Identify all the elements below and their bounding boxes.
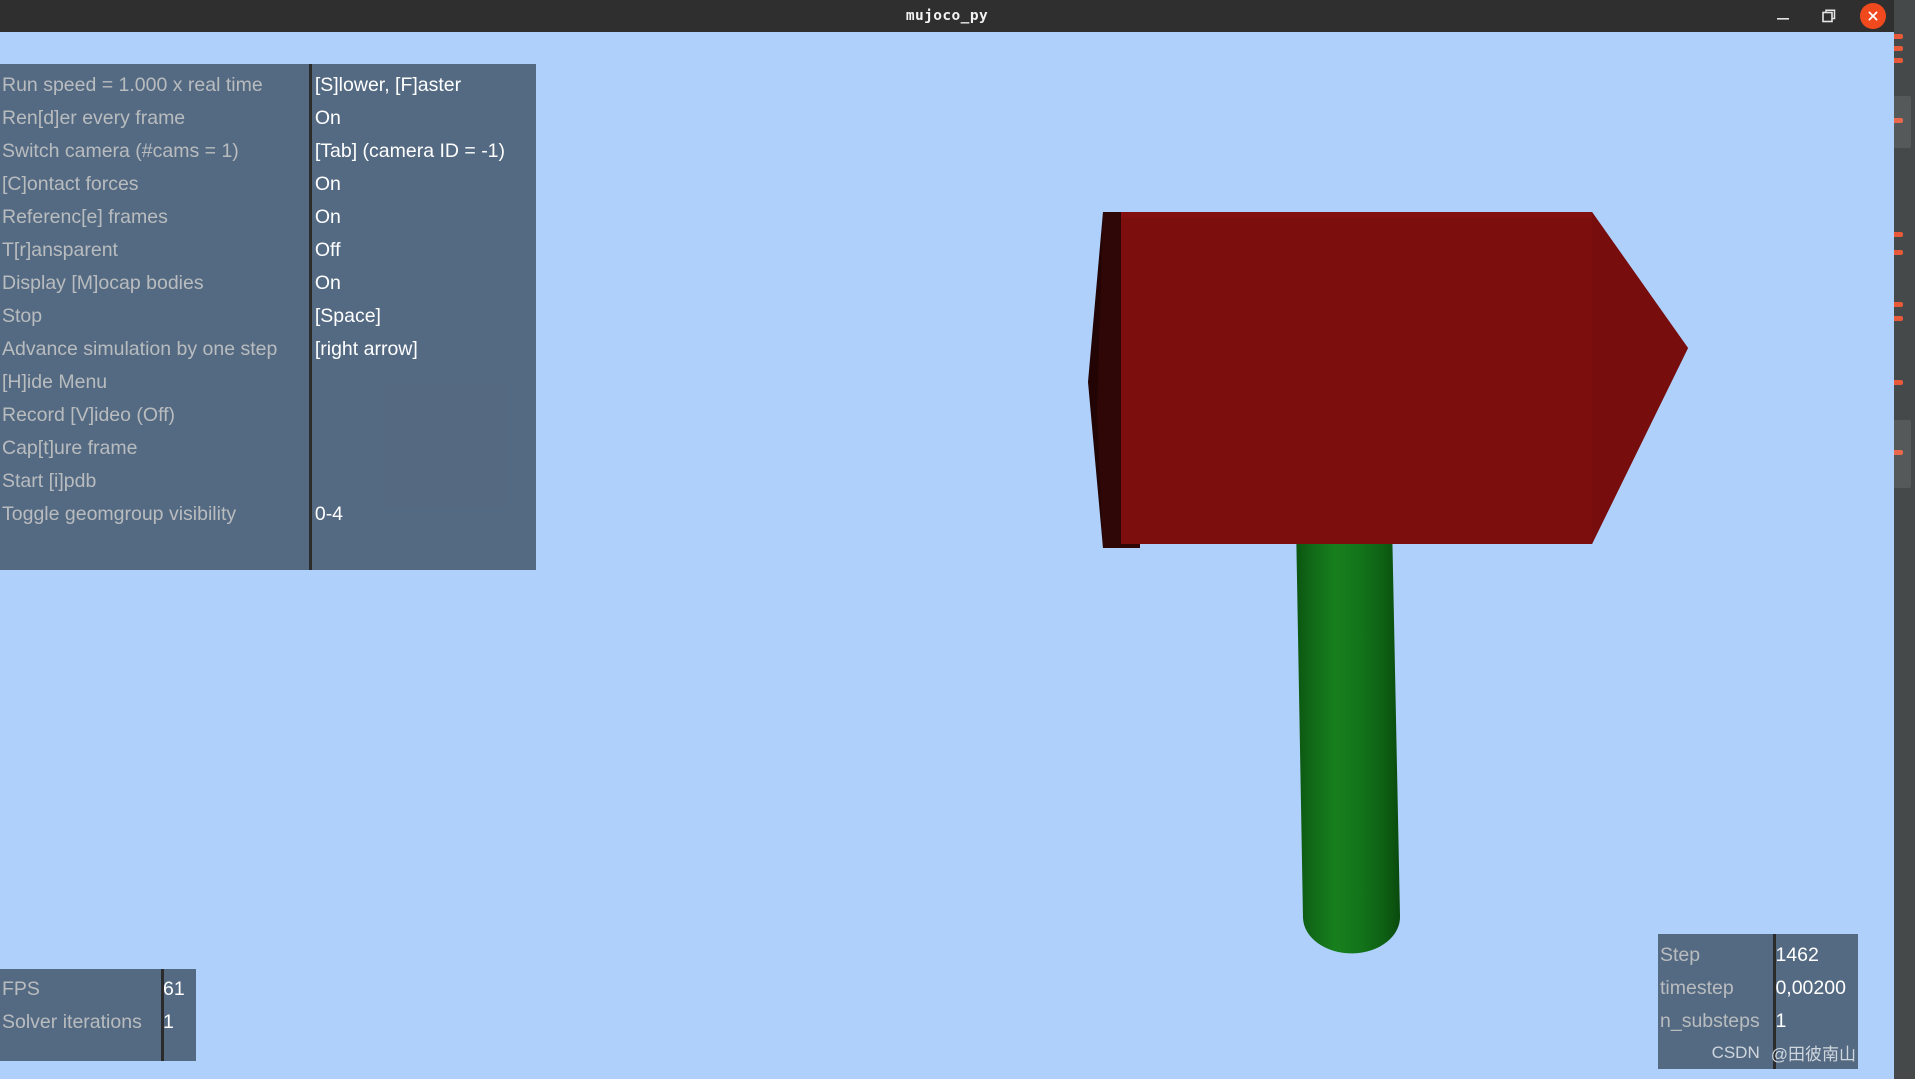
menu-item-value: 0-4 [314,503,344,525]
solver-iterations-value: 1 [163,1011,174,1033]
timestep-label: timestep [1660,977,1734,999]
timestep-value: 0,00200 [1775,977,1846,999]
menu-item-toggle-geomgroup[interactable]: Toggle geomgroup visibility 0-4 [0,498,536,531]
hammer-handle-geom [1296,522,1401,954]
step-value: 1462 [1775,944,1819,966]
fps-label: FPS [2,978,40,1000]
solver-iterations-label: Solver iterations [2,1011,142,1033]
menu-item-label: Toggle geomgroup visibility [2,503,237,525]
menu-item-value: On [314,107,341,129]
menu-item-value: On [314,206,341,228]
menu-item-value: [Space] [314,305,381,327]
step-label: Step [1660,944,1701,966]
n-substeps-value: 1 [1775,1010,1787,1032]
n-substeps-label: n_substeps [1660,1010,1760,1032]
maximize-icon[interactable] [1814,1,1844,31]
menu-item-value: [Tab] (camera ID = -1) [314,140,506,162]
menu-item-stop[interactable]: Stop [Space] [0,300,536,333]
menu-item-reference-frames[interactable]: Referenc[e] frames On [0,201,536,234]
menu-item-label: T[r]ansparent [2,239,118,261]
fps-value: 61 [163,978,185,1000]
window-title: mujoco_py [905,8,989,24]
menu-item-label: Record [V]ideo (Off) [2,404,176,426]
title-bar[interactable]: mujoco_py [0,0,1894,32]
fps-panel: FPS 61 Solver iterations 1 [0,969,196,1061]
menu-item-label: [H]ide Menu [2,371,108,393]
menu-item-label: Stop [2,305,43,327]
menu-item-run-speed[interactable]: Run speed = 1.000 x real time [S]lower, … [0,69,536,102]
menu-item-transparent[interactable]: T[r]ansparent Off [0,234,536,267]
menu-item-advance-one-step[interactable]: Advance simulation by one step [right ar… [0,333,536,366]
menu-item-label: Display [M]ocap bodies [2,272,204,294]
simulation-viewport[interactable]: Run speed = 1.000 x real time [S]lower, … [0,32,1894,1079]
menu-item-value: On [314,173,341,195]
menu-item-value: On [314,272,341,294]
menu-item-label: Switch camera (#cams = 1) [2,140,239,162]
menu-item-capture-frame[interactable]: Cap[t]ure frame [0,432,536,465]
solver-iterations-row: Solver iterations 1 [0,1006,196,1039]
menu-item-value: Off [314,239,341,261]
minimize-icon[interactable] [1768,1,1798,31]
step-row: Step 1462 [1658,939,1858,972]
menu-item-label: Cap[t]ure frame [2,437,138,459]
menu-item-render-every-frame[interactable]: Ren[d]er every frame On [0,102,536,135]
menu-item-display-mocap-bodies[interactable]: Display [M]ocap bodies On [0,267,536,300]
n-substeps-row: n_substeps 1 [1658,1005,1858,1038]
menu-item-value: [right arrow] [314,338,418,360]
timestep-row: timestep 0,00200 [1658,972,1858,1005]
help-menu-panel: Run speed = 1.000 x real time [S]lower, … [0,64,536,570]
mujoco-window: mujoco_py Run speed = 1.000 x real time … [0,0,1894,1079]
menu-item-label: [C]ontact forces [2,173,139,195]
menu-item-hide-menu[interactable]: [H]ide Menu [0,366,536,399]
menu-item-label: Start [i]pdb [2,470,97,492]
menu-item-start-ipdb[interactable]: Start [i]pdb [0,465,536,498]
menu-item-label: Run speed = 1.000 x real time [2,74,263,96]
menu-item-label: Referenc[e] frames [2,206,168,228]
menu-rows: Run speed = 1.000 x real time [S]lower, … [0,69,536,531]
menu-item-value: [S]lower, [F]aster [314,74,462,96]
window-controls [1768,0,1886,32]
step-rows: Step 1462 timestep 0,00200 n_substeps 1 [1658,939,1858,1038]
menu-item-switch-camera[interactable]: Switch camera (#cams = 1) [Tab] (camera … [0,135,536,168]
menu-item-contact-forces[interactable]: [C]ontact forces On [0,168,536,201]
close-icon[interactable] [1860,3,1886,29]
hammer-head-geom [1088,212,1688,548]
menu-item-label: Ren[d]er every frame [2,107,186,129]
menu-item-label: Advance simulation by one step [2,338,278,360]
fps-rows: FPS 61 Solver iterations 1 [0,973,196,1039]
menu-item-record-video[interactable]: Record [V]ideo (Off) [0,399,536,432]
step-info-panel: Step 1462 timestep 0,00200 n_substeps 1 [1658,934,1858,1069]
fps-row: FPS 61 [0,973,196,1006]
